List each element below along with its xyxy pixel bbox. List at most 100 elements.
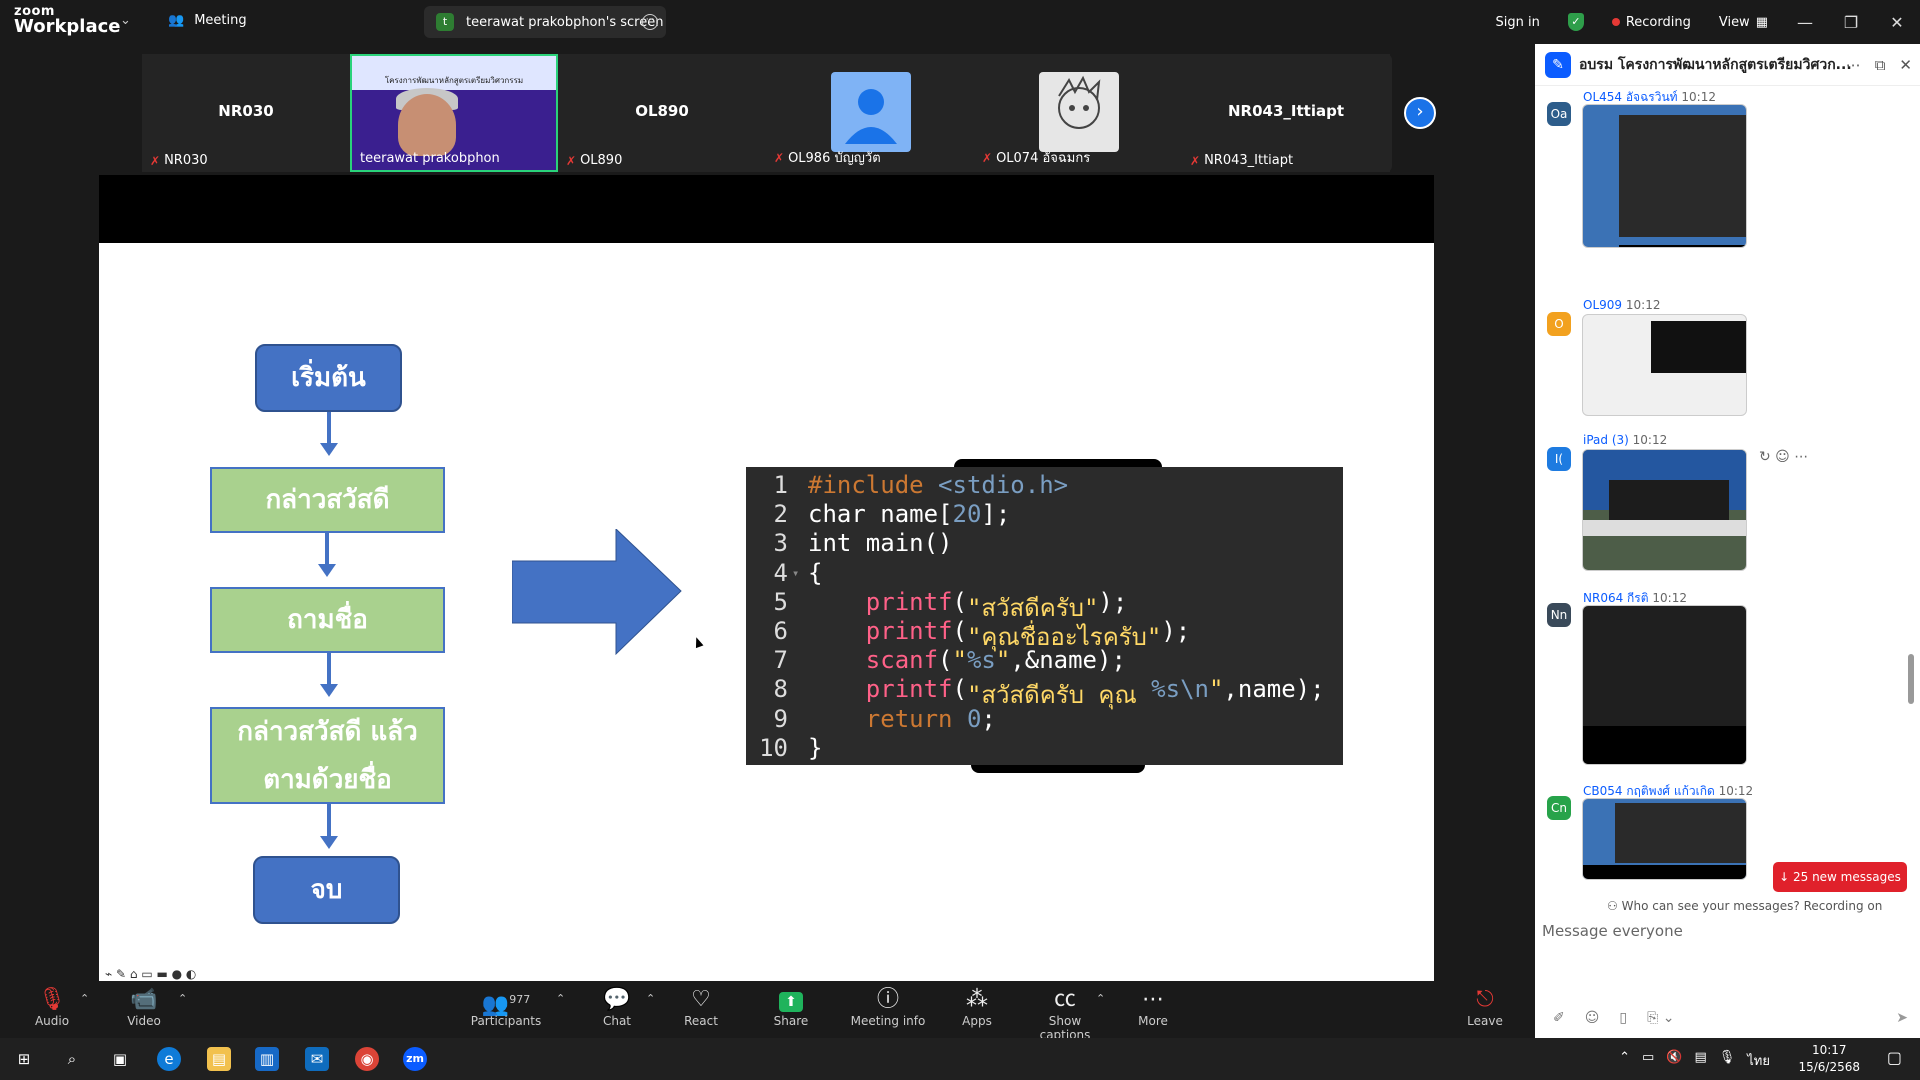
participant-tile[interactable]: ✗ OL074 อัจฉมกร xyxy=(974,54,1182,172)
search-icon[interactable]: ⌕ xyxy=(60,1047,84,1071)
clock[interactable]: 10:17 15/6/2568 xyxy=(1798,1042,1860,1076)
big-right-arrow xyxy=(512,529,682,656)
zoom-icon[interactable]: zm xyxy=(403,1047,427,1071)
captions-options-caret[interactable]: ⌃ xyxy=(1096,992,1105,1005)
chat-tools: ✐ ☺ ▯ ⎘ ⌄ xyxy=(1553,1010,1674,1026)
meeting-info-button[interactable]: ⓘ Meeting info xyxy=(848,986,928,1028)
audio-options-caret[interactable]: ⌃ xyxy=(80,992,89,1005)
share-button[interactable]: ⬆ Share xyxy=(751,986,831,1028)
participant-tile[interactable]: NR043_Ittiapt ✗ NR043_Ittiapt xyxy=(1182,54,1390,172)
close-icon[interactable]: ✕ xyxy=(1899,56,1912,74)
store-icon[interactable]: ▥ xyxy=(255,1047,279,1071)
mic-muted-icon: ✗ xyxy=(150,153,161,168)
network-icon[interactable]: ▤ xyxy=(1694,1050,1706,1071)
share-screen-tab[interactable]: t teerawat prakobphon's screen ··· xyxy=(424,6,666,38)
video-strip: NR030 ✗ NR030 โครงการพัฒนาหลักสูตรเตรียมว… xyxy=(142,54,1392,172)
person-avatar-icon xyxy=(831,72,911,152)
format-icon[interactable]: ✐ xyxy=(1553,1010,1565,1026)
mic-muted-icon: ✗ xyxy=(774,150,785,165)
participant-video xyxy=(398,94,456,156)
apps-button[interactable]: ⁂ Apps xyxy=(937,986,1017,1028)
flow-arrow xyxy=(320,412,338,456)
battery-icon[interactable]: ▭ xyxy=(1642,1050,1654,1071)
flow-end: จบ xyxy=(253,856,400,924)
minimize-button[interactable]: — xyxy=(1782,13,1828,32)
participant-tile[interactable]: NR030 ✗ NR030 xyxy=(142,54,350,172)
participant-tile[interactable]: OL890 ✗ OL890 xyxy=(558,54,766,172)
chat-button[interactable]: 💬 Chat xyxy=(577,986,657,1028)
share-arrow-icon: ⬆ xyxy=(779,992,803,1012)
message-actions[interactable]: ↻ ☺ ⋯ xyxy=(1759,449,1808,465)
participant-tile-active-speaker[interactable]: โครงการพัฒนาหลักสูตรเตรียมวิศวกรรม teera… xyxy=(350,54,558,172)
chevron-down-icon[interactable]: ⌄ xyxy=(120,13,131,28)
participants-icon: 👥977 xyxy=(481,992,531,1018)
flow-step-greet: กล่าวสวัสดี xyxy=(210,467,445,533)
screenshot-image[interactable] xyxy=(1582,605,1747,765)
more-button[interactable]: ⋯ More xyxy=(1113,986,1193,1028)
leave-button[interactable]: ⎋ Leave xyxy=(1445,986,1525,1028)
screenshot-image[interactable] xyxy=(1582,798,1747,880)
screenshot-image[interactable] xyxy=(1582,314,1747,416)
microphone-icon[interactable]: 🎙 xyxy=(1719,1050,1736,1071)
edge-icon[interactable]: e xyxy=(157,1047,181,1071)
avatar: Nn xyxy=(1547,603,1571,627)
chevron-up-icon[interactable]: ⌃ xyxy=(1619,1050,1630,1071)
mail-icon[interactable]: ✉ xyxy=(305,1047,329,1071)
flow-arrow xyxy=(318,533,336,577)
fold-icon[interactable]: ▾ xyxy=(792,559,808,588)
chrome-icon[interactable]: ◉ xyxy=(355,1047,379,1071)
system-tray: ⌃ ▭ 🔇 ▤ 🎙 ไทย xyxy=(1619,1050,1770,1071)
screenshot-image[interactable] xyxy=(1582,449,1747,571)
video-options-caret[interactable]: ⌃ xyxy=(178,992,187,1005)
video-off-icon: 📹 xyxy=(130,987,158,1012)
message-input[interactable]: Message everyone xyxy=(1542,922,1683,940)
close-window-button[interactable]: ✕ xyxy=(1874,13,1920,32)
shared-screen: เริ่มต้น กล่าวสวัสดี ถามชื่อ กล่าวสวัสดี… xyxy=(99,175,1434,981)
volume-icon[interactable]: 🔇 xyxy=(1666,1050,1682,1071)
file-icon[interactable]: ▯ xyxy=(1619,1010,1627,1026)
file-explorer-icon[interactable]: ▤ xyxy=(207,1047,231,1071)
notifications-icon[interactable]: ▢ xyxy=(1887,1048,1902,1067)
screenshot-image[interactable] xyxy=(1582,104,1747,248)
edit-icon[interactable]: ✎ xyxy=(1545,51,1571,78)
view-button[interactable]: View ▦ xyxy=(1705,15,1782,30)
participant-tile[interactable]: ✗ OL986 บัญญวัต xyxy=(766,54,974,172)
chat-scrollbar[interactable] xyxy=(1908,654,1914,704)
emoji-icon[interactable]: ☺ xyxy=(1585,1010,1600,1026)
send-icon[interactable]: ➤ xyxy=(1896,1010,1908,1026)
chat-options-caret[interactable]: ⌃ xyxy=(646,992,655,1005)
mic-muted-icon: ✗ xyxy=(982,150,993,165)
participants-button[interactable]: 👥977 Participants xyxy=(466,986,546,1028)
pop-out-icon[interactable]: ⧉ xyxy=(1875,56,1886,74)
windows-start-icon[interactable]: ⊞ xyxy=(12,1047,36,1071)
recording-indicator[interactable]: Recording xyxy=(1598,15,1705,30)
annotation-tools[interactable]: ⌁ ✎ ⌂ ▭ ▬ ● ◐ xyxy=(99,967,196,981)
participants-options-caret[interactable]: ⌃ xyxy=(556,992,565,1005)
language-indicator[interactable]: ไทย xyxy=(1747,1050,1770,1071)
message-visibility-info[interactable]: ⚇ Who can see your messages? Recording o… xyxy=(1607,899,1882,913)
more-icon[interactable]: ··· xyxy=(642,14,658,30)
task-view-icon[interactable]: ▣ xyxy=(108,1047,132,1071)
show-captions-button[interactable]: ㏄ Show captions xyxy=(1025,986,1105,1042)
mouse-cursor xyxy=(692,635,704,649)
maximize-button[interactable]: ❐ xyxy=(1828,13,1874,32)
leave-icon: ⎋ xyxy=(1476,987,1494,1012)
heart-icon: ♡ xyxy=(691,987,711,1012)
apps-icon: ⁂ xyxy=(966,987,988,1012)
new-messages-button[interactable]: ↓ 25 new messages xyxy=(1773,862,1907,892)
info-icon: ⓘ xyxy=(876,987,899,1012)
people-icon: 👥 xyxy=(168,13,185,28)
screenshot-icon[interactable]: ⎘ ⌄ xyxy=(1647,1010,1674,1026)
more-options-icon[interactable]: ⋯ xyxy=(1846,56,1861,74)
chat-icon: 💬 xyxy=(603,987,631,1012)
next-page-button[interactable]: › xyxy=(1404,97,1436,129)
chat-panel: ✎ อบรม โครงการพัฒนาหลักสูตรเตรียมวิศวก..… xyxy=(1535,44,1920,1038)
react-button[interactable]: ♡ React xyxy=(661,986,741,1028)
meeting-tab[interactable]: 👥 Meeting xyxy=(168,13,247,28)
sign-in-button[interactable]: Sign in xyxy=(1481,15,1553,30)
chat-header: ✎ อบรม โครงการพัฒนาหลักสูตรเตรียมวิศวก..… xyxy=(1535,44,1920,86)
mic-muted-icon: ✗ xyxy=(1190,153,1201,168)
video-button[interactable]: 📹 Video xyxy=(104,986,184,1028)
flow-step-greet-with-name: กล่าวสวัสดี แล้ว ตามด้วยชื่อ xyxy=(210,707,445,804)
security-shield-icon[interactable]: ✓ xyxy=(1554,13,1598,31)
